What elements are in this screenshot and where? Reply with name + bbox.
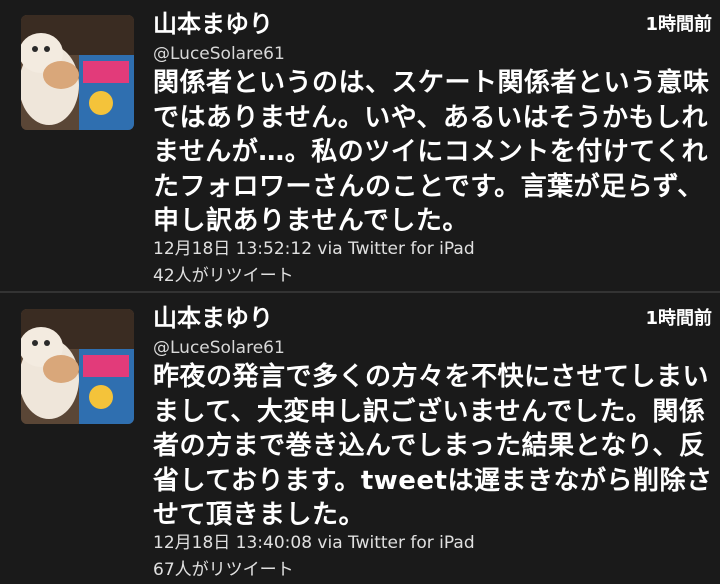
avatar[interactable] — [21, 15, 134, 130]
tweet-timestamp-via: 12月18日 13:40:08 via Twitter for iPad — [153, 533, 475, 553]
retweet-count[interactable]: 42人がリツイート — [153, 261, 294, 286]
user-handle[interactable]: @LuceSolare61 — [153, 44, 285, 64]
user-name[interactable]: 山本まゆり — [153, 4, 273, 39]
avatar[interactable] — [21, 309, 134, 424]
relative-time: 1時間前 — [645, 14, 712, 35]
tweet-text: 関係者というのは、スケート関係者という意味ではありません。いや、あるいはそうかも… — [153, 68, 710, 236]
user-handle[interactable]: @LuceSolare61 — [153, 338, 285, 358]
avatar-cat-image — [21, 309, 134, 424]
user-name[interactable]: 山本まゆり — [153, 298, 273, 333]
tweet-timestamp-via: 12月18日 13:52:12 via Twitter for iPad — [153, 239, 475, 259]
tweet-divider — [0, 291, 720, 293]
relative-time: 1時間前 — [645, 308, 712, 329]
tweet-item[interactable]: 山本まゆり 1時間前 @LuceSolare61 昨夜の発言で多くの方々を不快に… — [0, 294, 720, 584]
avatar-cat-image — [21, 15, 134, 130]
tweet-item[interactable]: 山本まゆり 1時間前 @LuceSolare61 関係者というのは、スケート関係… — [0, 0, 720, 292]
retweet-count[interactable]: 67人がリツイート — [153, 555, 294, 580]
tweet-text: 昨夜の発言で多くの方々を不快にさせてしまいまして、大変申し訳ございませんでした。… — [153, 362, 713, 530]
